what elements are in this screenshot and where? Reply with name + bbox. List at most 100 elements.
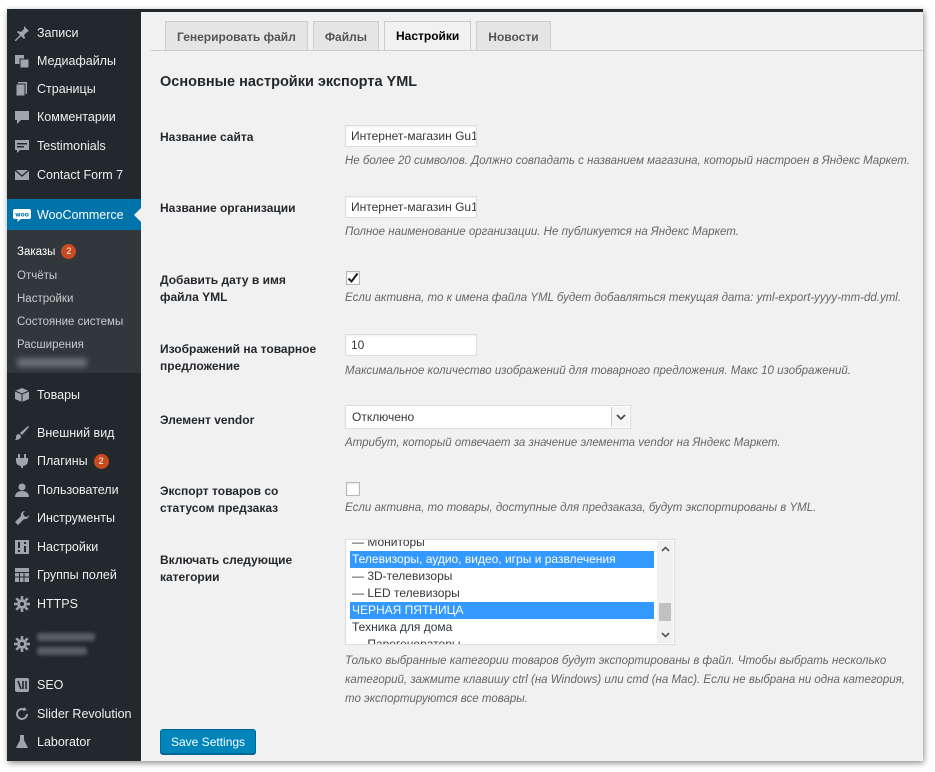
- scroll-up-icon[interactable]: [657, 541, 673, 557]
- preorder-label: Экспорт товаров со статусом предзаказ: [160, 484, 279, 515]
- submenu-item-blurred[interactable]: [17, 358, 87, 367]
- categories-multiselect[interactable]: — Мониторы Телевизоры, аудио, видео, игр…: [345, 539, 675, 645]
- site-name-description: Не более 20 символов. Должно совпадать с…: [345, 155, 910, 167]
- sidebar-item-settings[interactable]: Настройки: [7, 533, 141, 561]
- woocommerce-submenu: Заказы 2 Отчёты Настройки Состояние сист…: [7, 230, 141, 373]
- submenu-item-extensions[interactable]: Расширения: [17, 339, 84, 351]
- submenu-item-label: Расширения: [17, 339, 84, 351]
- submenu-item-reports[interactable]: Отчёты: [17, 270, 57, 282]
- scrollbar-thumb[interactable]: [659, 603, 671, 621]
- category-option[interactable]: — Мониторы: [350, 540, 654, 551]
- sidebar-item-label: Laborator: [37, 735, 91, 749]
- sidebar-item-users[interactable]: Пользователи: [7, 476, 141, 504]
- vendor-select[interactable]: Отключено: [345, 405, 631, 429]
- categories-label: Включать следующие категории: [160, 553, 293, 584]
- sidebar-item-label: SEO: [37, 678, 64, 692]
- tab-files[interactable]: Файлы: [312, 21, 379, 51]
- sidebar-item-woocommerce[interactable]: woo WooCommerce: [7, 199, 141, 231]
- vendor-label: Элемент vendor: [160, 413, 255, 427]
- seo-icon: [7, 677, 37, 693]
- nav-tabs: Генерировать файл Файлы Настройки Новост…: [165, 21, 556, 51]
- category-option[interactable]: Техника для дома: [350, 619, 654, 636]
- user-icon: [7, 482, 37, 498]
- sidebar-item-label: Комментарии: [37, 110, 116, 124]
- vendor-description: Атрибут, который отвечает за значение эл…: [345, 437, 781, 449]
- testimonials-icon: [7, 138, 37, 154]
- svg-text:woo: woo: [15, 212, 29, 219]
- plugins-update-badge: 2: [93, 453, 109, 469]
- pages-icon: [7, 81, 37, 97]
- categories-description: Только выбранные категории товаров будут…: [345, 655, 905, 705]
- submenu-item-label: Состояние системы: [17, 316, 124, 328]
- chevron-down-icon: [611, 407, 629, 427]
- sidebar-item-appearance[interactable]: Внешний вид: [7, 419, 141, 447]
- sidebar-item-contact-form[interactable]: Contact Form 7: [7, 161, 141, 189]
- sidebar-item-blurred-plugin[interactable]: [7, 627, 141, 661]
- sidebar-item-media[interactable]: Медиафайлы: [7, 47, 141, 75]
- blurred-label: [37, 633, 95, 655]
- sidebar-item-comments[interactable]: Комментарии: [7, 103, 141, 131]
- category-option[interactable]: — 3D-телевизоры: [350, 568, 654, 585]
- sidebar-item-label: Внешний вид: [37, 426, 115, 440]
- sidebar-item-posts[interactable]: Записи: [7, 19, 141, 47]
- grid-icon: [7, 567, 37, 583]
- pin-icon: [7, 25, 37, 41]
- mail-icon: [7, 167, 37, 183]
- orders-count-badge: 2: [61, 244, 77, 259]
- sidebar-item-tools[interactable]: Инструменты: [7, 504, 141, 532]
- sidebar-item-slider-revolution[interactable]: Slider Revolution: [7, 700, 141, 728]
- tab-generate-file[interactable]: Генерировать файл: [165, 21, 308, 51]
- sidebar-item-label: Slider Revolution: [37, 707, 132, 721]
- sidebar-item-field-groups[interactable]: Группы полей: [7, 561, 141, 589]
- category-option-selected[interactable]: Телевизоры, аудио, видео, игры и развлеч…: [350, 551, 654, 568]
- preorder-checkbox[interactable]: [346, 482, 360, 496]
- vendor-select-value: Отключено: [352, 410, 415, 424]
- scroll-down-icon[interactable]: [657, 627, 673, 643]
- submenu-item-settings[interactable]: Настройки: [17, 293, 73, 305]
- brush-icon: [7, 425, 37, 441]
- box-icon: [7, 387, 37, 403]
- category-option-selected[interactable]: ЧЕРНАЯ ПЯТНИЦА: [350, 602, 654, 619]
- tab-news[interactable]: Новости: [476, 21, 551, 51]
- sidebar-item-plugins[interactable]: Плагины 2: [7, 447, 141, 475]
- sidebar-item-https[interactable]: HTTPS: [7, 590, 141, 618]
- org-name-input[interactable]: Интернет-магазин Gu1: [345, 196, 477, 218]
- submenu-item-system-status[interactable]: Состояние системы: [17, 316, 123, 328]
- categories-scrollbar[interactable]: [657, 541, 673, 643]
- org-name-label: Название организации: [160, 201, 296, 215]
- images-input[interactable]: 10: [345, 334, 477, 356]
- site-name-label: Название сайта: [160, 130, 254, 144]
- tab-settings[interactable]: Настройки: [383, 21, 472, 51]
- sidebar-item-label: Записи: [37, 26, 79, 40]
- sidebar-item-label: Testimonials: [37, 139, 106, 153]
- sidebar-item-label: Настройки: [37, 540, 99, 554]
- sidebar-item-seo[interactable]: SEO: [7, 671, 141, 699]
- add-date-description: Если активна, то к имена файла YML будет…: [345, 292, 902, 304]
- add-date-checkbox[interactable]: [346, 271, 360, 285]
- refresh-icon: [7, 706, 37, 722]
- admin-window: Записи Медиафайлы Страницы Комментарии T: [7, 9, 923, 761]
- sidebar-item-label: Страницы: [37, 82, 96, 96]
- sidebar-item-pages[interactable]: Страницы: [7, 75, 141, 103]
- category-option[interactable]: — Парогенераторы: [350, 636, 654, 644]
- gear-icon: [7, 596, 37, 612]
- sidebar-item-label: Contact Form 7: [37, 168, 124, 182]
- submenu-item-label: Отчёты: [17, 270, 58, 282]
- save-settings-button[interactable]: Save Settings: [160, 729, 257, 754]
- preorder-description: Если активна, то товары, доступные для п…: [345, 502, 817, 514]
- sidebar-item-label: HTTPS: [37, 597, 78, 611]
- sidebar-item-testimonials[interactable]: Testimonials: [7, 132, 141, 160]
- category-option[interactable]: — LED телевизоры: [350, 585, 654, 602]
- sidebar-item-products[interactable]: Товары: [7, 381, 141, 409]
- checkmark-icon: [347, 272, 359, 284]
- sidebar-item-laborator[interactable]: Laborator: [7, 728, 141, 756]
- tabs-divider: [151, 50, 923, 51]
- admin-sidebar: Записи Медиафайлы Страницы Комментарии T: [7, 9, 141, 761]
- sidebar-item-label: Товары: [37, 388, 80, 402]
- submenu-item-label: Настройки: [17, 293, 74, 305]
- submenu-item-orders[interactable]: Заказы 2: [17, 244, 77, 259]
- site-name-input[interactable]: Интернет-магазин Gu1: [345, 125, 477, 147]
- blurred-label: [17, 358, 87, 367]
- wrench-icon: [7, 510, 37, 526]
- org-name-description: Полное наименование организации. Не публ…: [345, 226, 739, 238]
